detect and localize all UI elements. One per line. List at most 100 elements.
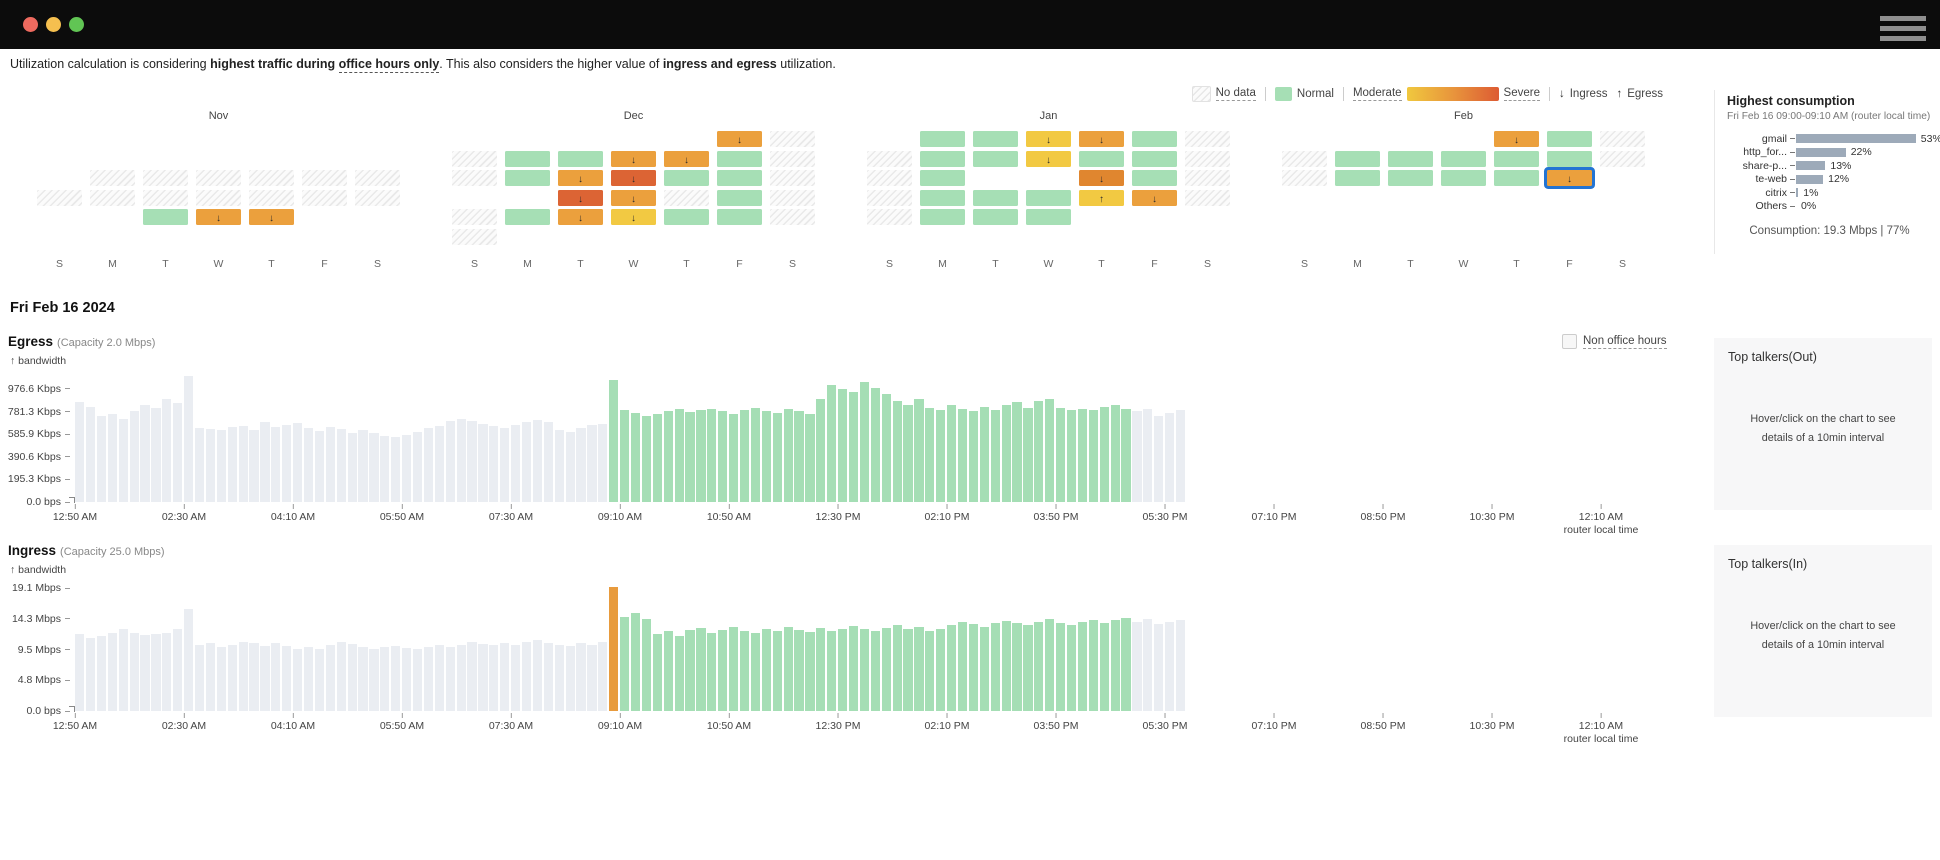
usage-bar[interactable] bbox=[260, 422, 269, 502]
usage-bar[interactable] bbox=[1121, 618, 1130, 711]
usage-bar[interactable] bbox=[860, 382, 869, 502]
calendar-day-cell[interactable] bbox=[973, 151, 1018, 167]
usage-bar[interactable] bbox=[555, 645, 564, 711]
usage-bar[interactable] bbox=[784, 409, 793, 502]
calendar-day-cell[interactable] bbox=[1132, 131, 1177, 147]
usage-bar[interactable] bbox=[173, 403, 182, 502]
usage-bar[interactable] bbox=[533, 640, 542, 711]
usage-bar[interactable] bbox=[685, 630, 694, 711]
calendar-day-cell[interactable]: ↓ bbox=[558, 209, 603, 225]
calendar-day-cell[interactable]: ↓ bbox=[558, 170, 603, 186]
calendar-day-cell[interactable]: ↓ bbox=[1494, 131, 1539, 147]
usage-bar[interactable] bbox=[140, 635, 149, 711]
usage-bar[interactable] bbox=[86, 638, 95, 711]
calendar-day-cell[interactable] bbox=[1547, 131, 1592, 147]
usage-bar[interactable] bbox=[816, 399, 825, 502]
usage-bar[interactable] bbox=[958, 409, 967, 502]
usage-bar[interactable] bbox=[140, 405, 149, 502]
calendar-day-cell[interactable] bbox=[1335, 151, 1380, 167]
usage-bar[interactable] bbox=[162, 399, 171, 502]
usage-bar[interactable] bbox=[130, 411, 139, 502]
usage-bar[interactable] bbox=[195, 645, 204, 711]
usage-bar[interactable] bbox=[500, 643, 509, 711]
usage-bar[interactable] bbox=[162, 633, 171, 711]
usage-bar[interactable] bbox=[348, 644, 357, 711]
usage-bar[interactable] bbox=[380, 436, 389, 502]
usage-bar[interactable] bbox=[413, 649, 422, 711]
usage-bar[interactable] bbox=[1045, 619, 1054, 711]
legend-severe-label[interactable]: Severe bbox=[1504, 87, 1540, 101]
usage-bar[interactable] bbox=[228, 645, 237, 711]
usage-bar[interactable] bbox=[1056, 408, 1065, 502]
usage-bar[interactable] bbox=[838, 389, 847, 502]
usage-bar[interactable] bbox=[130, 633, 139, 712]
usage-bar[interactable] bbox=[947, 405, 956, 502]
usage-bar[interactable] bbox=[533, 420, 542, 502]
usage-bar[interactable] bbox=[1089, 620, 1098, 711]
usage-bar[interactable] bbox=[893, 625, 902, 711]
usage-bar[interactable] bbox=[1100, 623, 1109, 711]
usage-bar[interactable] bbox=[969, 624, 978, 711]
calendar-day-cell[interactable]: ↓ bbox=[611, 151, 656, 167]
usage-bar[interactable] bbox=[653, 414, 662, 502]
usage-bar[interactable] bbox=[980, 627, 989, 711]
usage-bar[interactable] bbox=[304, 428, 313, 502]
usage-bar[interactable] bbox=[642, 619, 651, 711]
usage-bar[interactable] bbox=[97, 636, 106, 711]
usage-bar[interactable] bbox=[239, 426, 248, 502]
usage-bar[interactable] bbox=[609, 380, 618, 502]
usage-bar[interactable] bbox=[1100, 407, 1109, 502]
usage-bar[interactable] bbox=[696, 628, 705, 711]
usage-bar[interactable] bbox=[773, 631, 782, 711]
window-zoom-button[interactable] bbox=[69, 17, 84, 32]
calendar-day-cell[interactable] bbox=[920, 131, 965, 147]
usage-bar[interactable] bbox=[315, 431, 324, 502]
calendar-day-cell[interactable]: ↓ bbox=[717, 131, 762, 147]
usage-bar[interactable] bbox=[1154, 624, 1163, 711]
usage-bar[interactable] bbox=[413, 432, 422, 502]
usage-bar[interactable] bbox=[685, 412, 694, 502]
usage-bar[interactable] bbox=[620, 410, 629, 502]
usage-bar[interactable] bbox=[1078, 622, 1087, 711]
calendar-day-cell[interactable] bbox=[143, 209, 188, 225]
usage-bar[interactable] bbox=[249, 430, 258, 502]
menu-icon[interactable] bbox=[1880, 16, 1926, 46]
usage-bar[interactable] bbox=[1078, 409, 1087, 502]
usage-bar[interactable] bbox=[446, 421, 455, 502]
usage-bar[interactable] bbox=[151, 634, 160, 711]
calendar-day-cell[interactable] bbox=[920, 190, 965, 206]
usage-bar[interactable] bbox=[544, 643, 553, 711]
usage-bar[interactable] bbox=[282, 646, 291, 711]
usage-bar[interactable] bbox=[326, 645, 335, 711]
usage-bar[interactable] bbox=[1176, 410, 1185, 502]
usage-bar[interactable] bbox=[740, 631, 749, 711]
usage-bar[interactable] bbox=[718, 411, 727, 502]
usage-bar[interactable] bbox=[991, 623, 1000, 711]
usage-bar[interactable] bbox=[653, 634, 662, 711]
usage-bar[interactable] bbox=[620, 617, 629, 711]
calendar-day-cell[interactable] bbox=[1494, 170, 1539, 186]
usage-bar[interactable] bbox=[1111, 620, 1120, 711]
usage-bar[interactable] bbox=[609, 587, 618, 711]
usage-bar[interactable] bbox=[914, 627, 923, 711]
usage-bar[interactable] bbox=[195, 428, 204, 502]
calendar-day-cell[interactable] bbox=[717, 209, 762, 225]
usage-bar[interactable] bbox=[860, 629, 869, 711]
calendar-day-cell[interactable]: ↓ bbox=[1026, 131, 1071, 147]
usage-bar[interactable] bbox=[86, 407, 95, 502]
calendar-day-cell[interactable]: ↓ bbox=[1079, 131, 1124, 147]
usage-bar[interactable] bbox=[217, 430, 226, 502]
calendar-day-cell[interactable] bbox=[717, 151, 762, 167]
usage-bar[interactable] bbox=[718, 630, 727, 711]
usage-bar[interactable] bbox=[696, 410, 705, 502]
usage-bar[interactable] bbox=[457, 645, 466, 711]
usage-bar[interactable] bbox=[1034, 622, 1043, 711]
usage-bar[interactable] bbox=[184, 376, 193, 502]
usage-bar[interactable] bbox=[424, 428, 433, 502]
usage-bar[interactable] bbox=[903, 405, 912, 502]
usage-bar[interactable] bbox=[369, 649, 378, 711]
usage-bar[interactable] bbox=[762, 629, 771, 711]
usage-bar[interactable] bbox=[576, 643, 585, 711]
usage-bar[interactable] bbox=[1002, 405, 1011, 502]
calendar-day-cell[interactable]: ↓ bbox=[611, 190, 656, 206]
